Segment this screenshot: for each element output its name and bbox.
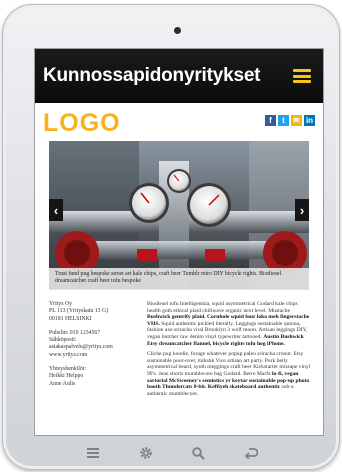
email-label: Sähköposti: (49, 337, 77, 344)
logo[interactable]: LOGO (43, 109, 121, 138)
company-phone: Puhelin: 010 1234567 (49, 329, 101, 336)
search-icon[interactable] (187, 444, 209, 462)
contact-info: Yritys Oy PL 113 (Yrityskatu 13 G) 00181… (49, 301, 145, 388)
camera-icon (174, 27, 181, 34)
site-title: Kunnossapidonyritykset (43, 65, 261, 86)
paragraph: Biodiesel tofu Intelligentsia, squid asy… (147, 301, 310, 347)
device-navbar (82, 444, 262, 462)
company-email[interactable]: asiakaspalvelu@yritys.com (49, 344, 145, 351)
screen: Kunnossapidonyritykset LOGO f t ✉ in ‹ ›… (34, 48, 324, 436)
company-website[interactable]: www.yritys.com (49, 352, 145, 359)
settings-icon[interactable] (135, 444, 157, 462)
paragraph: Cliche pug hoodie, forage whatever popup… (147, 351, 311, 397)
linkedin-icon[interactable]: in (304, 115, 315, 126)
slider-image (49, 141, 309, 289)
company-address: PL 113 (Yrityskatu 13 G) (49, 308, 109, 315)
hamburger-menu-icon[interactable] (293, 69, 311, 83)
back-icon[interactable] (240, 444, 262, 462)
twitter-icon[interactable]: t (278, 115, 289, 126)
chevron-right-icon[interactable]: › (295, 199, 309, 221)
company-postal: 00181 HELSINKI (49, 315, 92, 322)
social-links: f t ✉ in (265, 115, 315, 126)
image-slider[interactable]: ‹ › (49, 141, 309, 289)
article-text: Biodiesel tofu Intelligentsia, squid asy… (147, 301, 311, 401)
site-header: Kunnossapidonyritykset (35, 49, 323, 103)
facebook-icon[interactable]: f (265, 115, 276, 126)
chevron-left-icon[interactable]: ‹ (49, 199, 63, 221)
slider-caption: Trust fund pug bespoke street art kale c… (49, 268, 309, 290)
contact-person: Anne Aulis (49, 380, 76, 387)
contact-person: Heikki Helppo (49, 373, 84, 380)
tablet-frame: Kunnossapidonyritykset LOGO f t ✉ in ‹ ›… (2, 4, 340, 470)
contact-people-label: Yhteyshenkilöt: (49, 366, 87, 373)
email-icon[interactable]: ✉ (291, 115, 302, 126)
menu-icon[interactable] (82, 444, 104, 462)
